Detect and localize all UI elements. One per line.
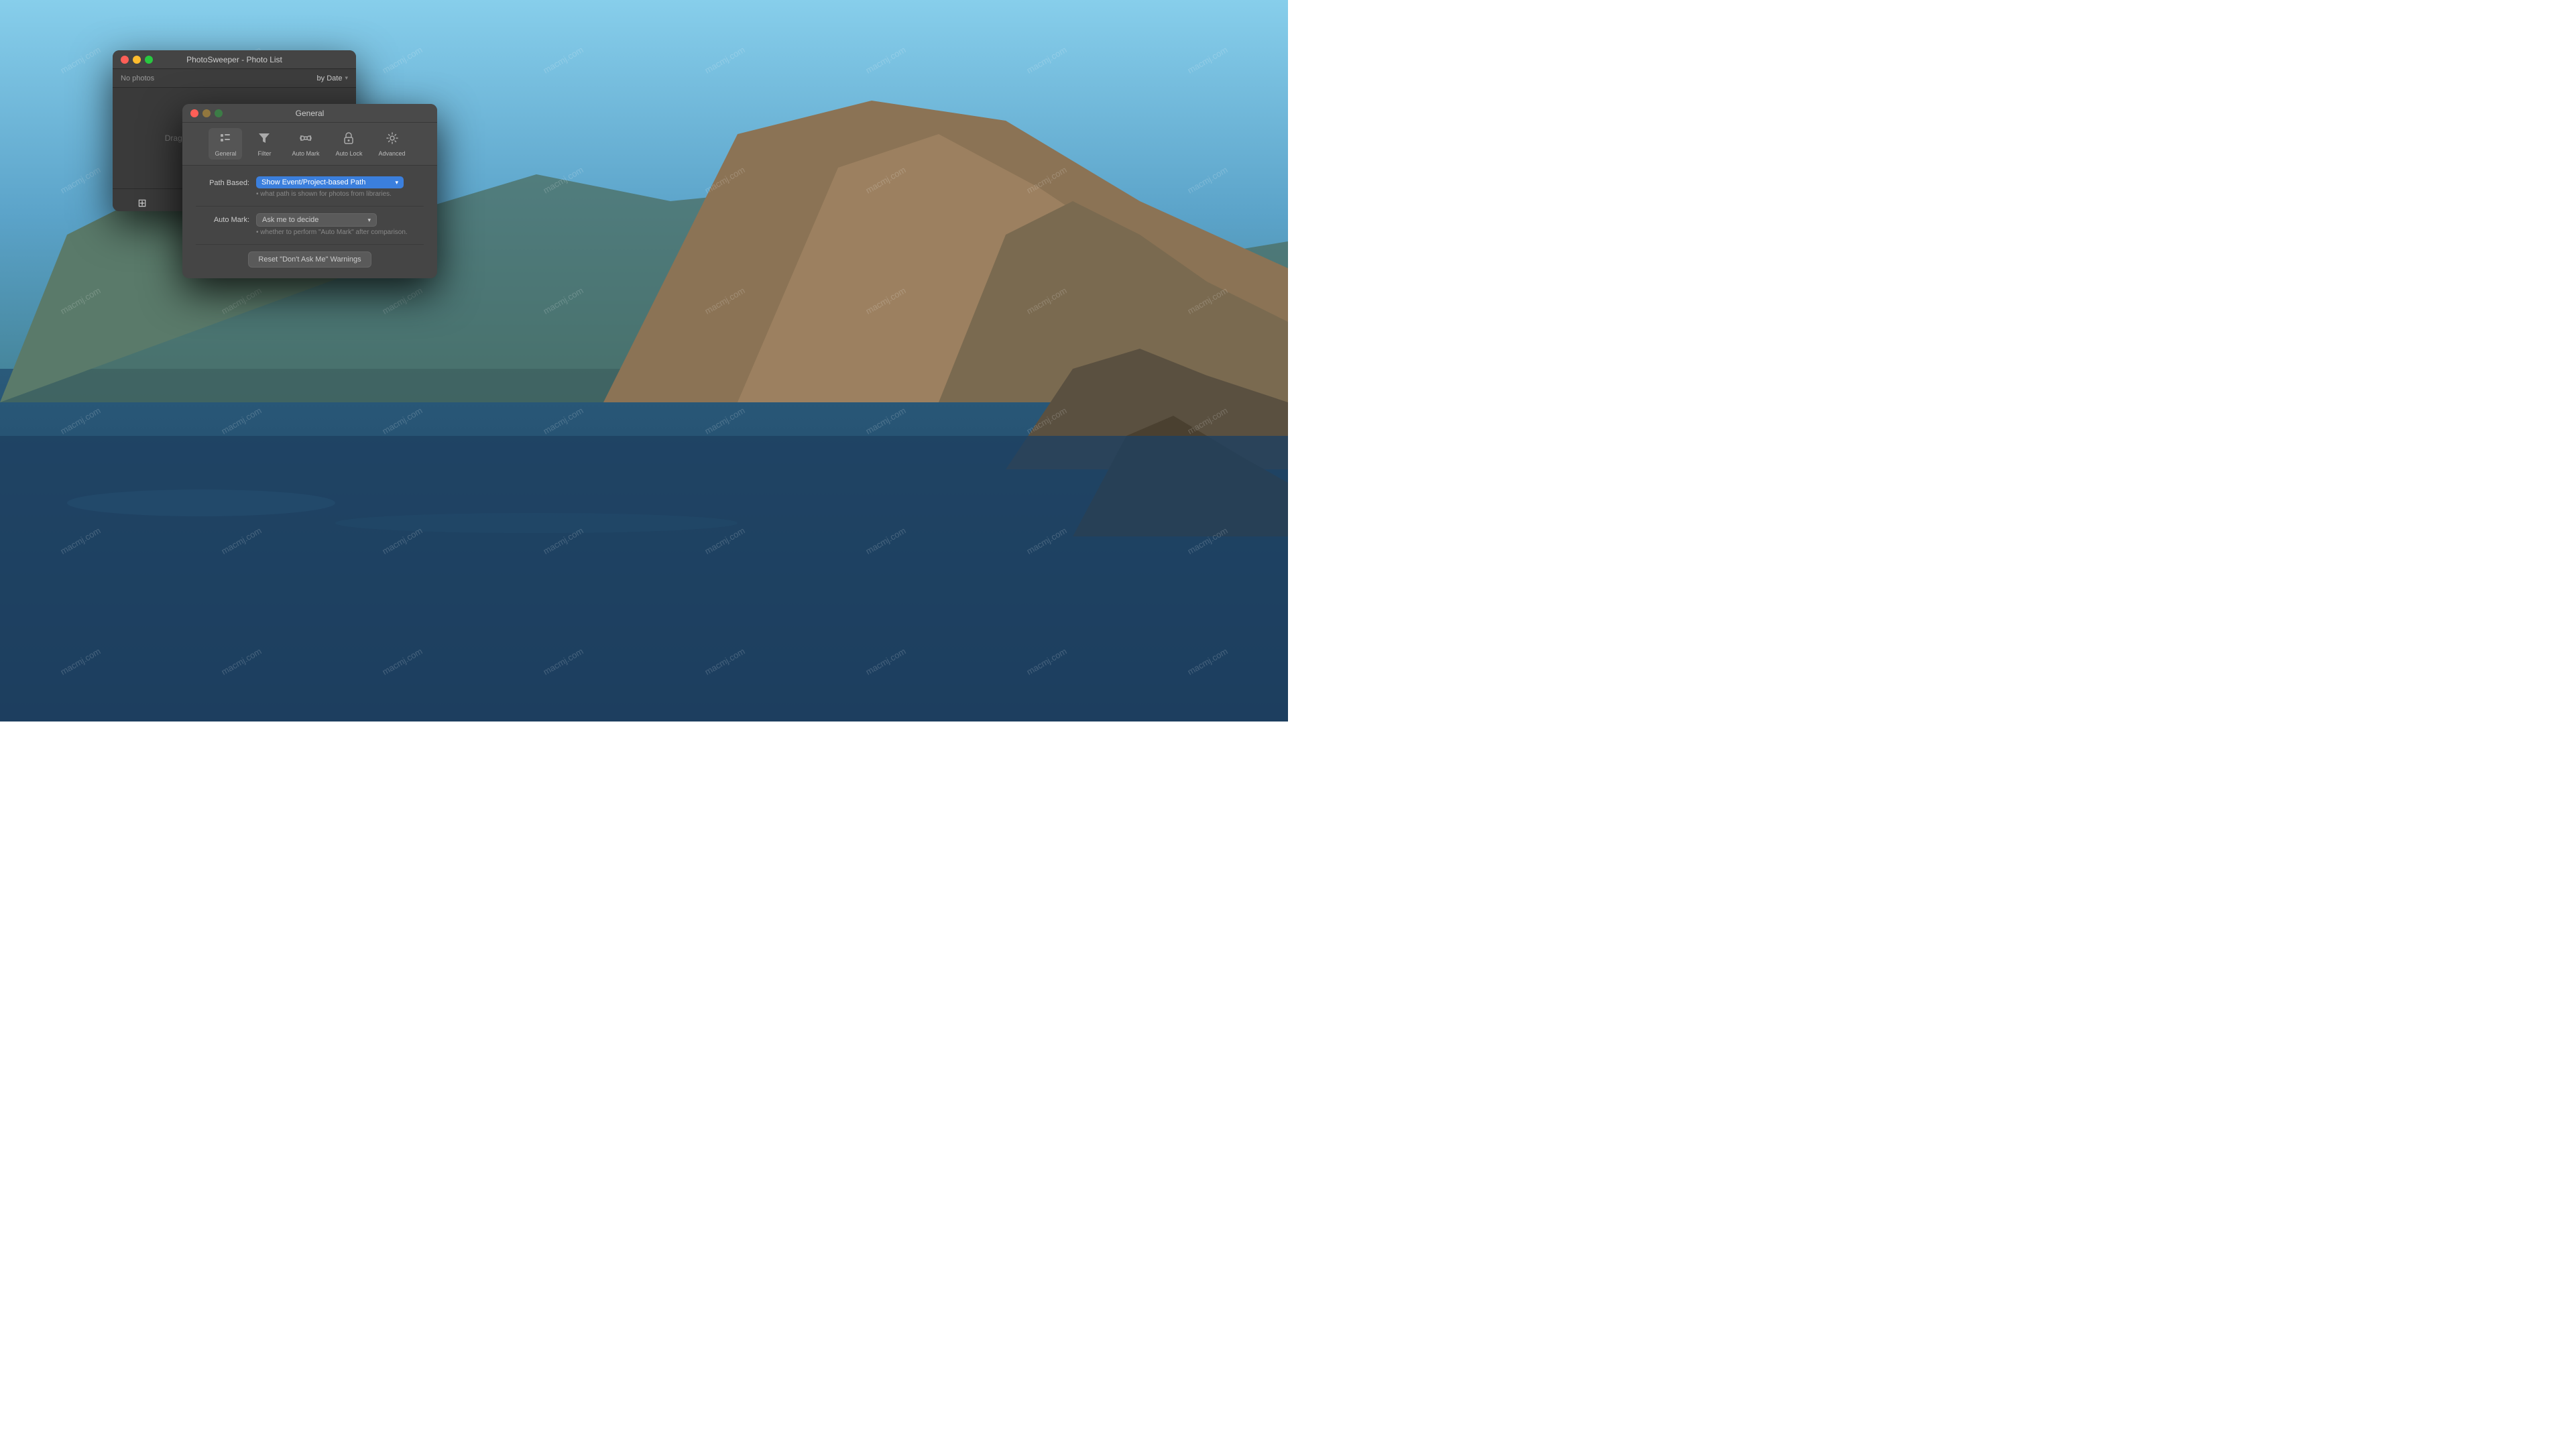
filter-tab-icon xyxy=(257,131,272,149)
prefs-close-button[interactable] xyxy=(190,109,198,117)
path-based-content: Show Event/Project-based Path ▾ what pat… xyxy=(256,176,424,198)
path-based-select[interactable]: Show Event/Project-based Path ▾ xyxy=(256,176,404,188)
filter-tab-label: Filter xyxy=(257,150,271,157)
auto-mark-label: Auto Mark: xyxy=(196,213,249,224)
window-titlebar: PhotoSweeper - Photo List xyxy=(113,50,356,69)
path-based-label: Path Based: xyxy=(196,176,249,187)
no-photos-label: No photos xyxy=(121,74,154,82)
prefs-tabs: General Filter Auto Mark xyxy=(182,123,437,166)
media-browser-label: Media Browser xyxy=(122,211,162,212)
automark-tab-label: Auto Mark xyxy=(292,150,319,157)
sort-dropdown[interactable]: by Date ▾ xyxy=(317,74,348,82)
window-maximize-button[interactable] xyxy=(145,56,153,64)
path-based-hint: what path is shown for photos from libra… xyxy=(256,190,424,198)
auto-mark-hint: whether to perform "Auto Mark" after com… xyxy=(256,229,424,236)
auto-mark-content: Ask me to decide ▾ whether to perform "A… xyxy=(256,213,424,236)
path-based-chevron-icon: ▾ xyxy=(395,179,398,186)
media-browser-button[interactable]: ⊞ Media Browser xyxy=(118,194,166,212)
prefs-titlebar: General xyxy=(182,104,437,123)
autolock-tab-label: Auto Lock xyxy=(335,150,362,157)
prefs-content: Path Based: Show Event/Project-based Pat… xyxy=(182,166,437,278)
auto-mark-row: Auto Mark: Ask me to decide ▾ whether to… xyxy=(196,213,424,236)
autolock-tab-icon xyxy=(341,131,356,149)
preferences-dialog: General General Filter xyxy=(182,104,437,278)
sort-dropdown-arrow-icon: ▾ xyxy=(345,74,348,82)
window-controls xyxy=(121,56,153,64)
sort-label: by Date xyxy=(317,74,343,82)
prefs-tab-autolock[interactable]: Auto Lock xyxy=(330,128,367,160)
prefs-window-controls xyxy=(190,109,223,117)
advanced-tab-label: Advanced xyxy=(379,150,406,157)
prefs-maximize-button[interactable] xyxy=(215,109,223,117)
reset-warnings-button[interactable]: Reset "Don't Ask Me" Warnings xyxy=(248,251,371,268)
prefs-separator xyxy=(196,206,424,207)
general-tab-icon xyxy=(218,131,233,149)
prefs-separator-2 xyxy=(196,244,424,245)
general-tab-label: General xyxy=(215,150,236,157)
auto-mark-chevron-icon: ▾ xyxy=(367,217,371,224)
prefs-tab-filter[interactable]: Filter xyxy=(247,128,281,160)
auto-mark-select[interactable]: Ask me to decide ▾ xyxy=(256,213,377,227)
app-topbar: No photos by Date ▾ xyxy=(113,69,356,88)
prefs-minimize-button[interactable] xyxy=(202,109,211,117)
path-based-select-value: Show Event/Project-based Path xyxy=(261,178,365,186)
automark-tab-icon xyxy=(298,131,313,149)
media-browser-icon: ⊞ xyxy=(137,196,146,210)
prefs-tab-general[interactable]: General xyxy=(209,128,242,160)
window-minimize-button[interactable] xyxy=(133,56,141,64)
prefs-tab-automark[interactable]: Auto Mark xyxy=(286,128,325,160)
auto-mark-select-value: Ask me to decide xyxy=(262,216,318,224)
advanced-tab-icon xyxy=(385,131,400,149)
window-title: PhotoSweeper - Photo List xyxy=(186,55,282,64)
window-close-button[interactable] xyxy=(121,56,129,64)
prefs-tab-advanced[interactable]: Advanced xyxy=(373,128,411,160)
path-based-row: Path Based: Show Event/Project-based Pat… xyxy=(196,176,424,198)
prefs-title: General xyxy=(296,109,325,118)
